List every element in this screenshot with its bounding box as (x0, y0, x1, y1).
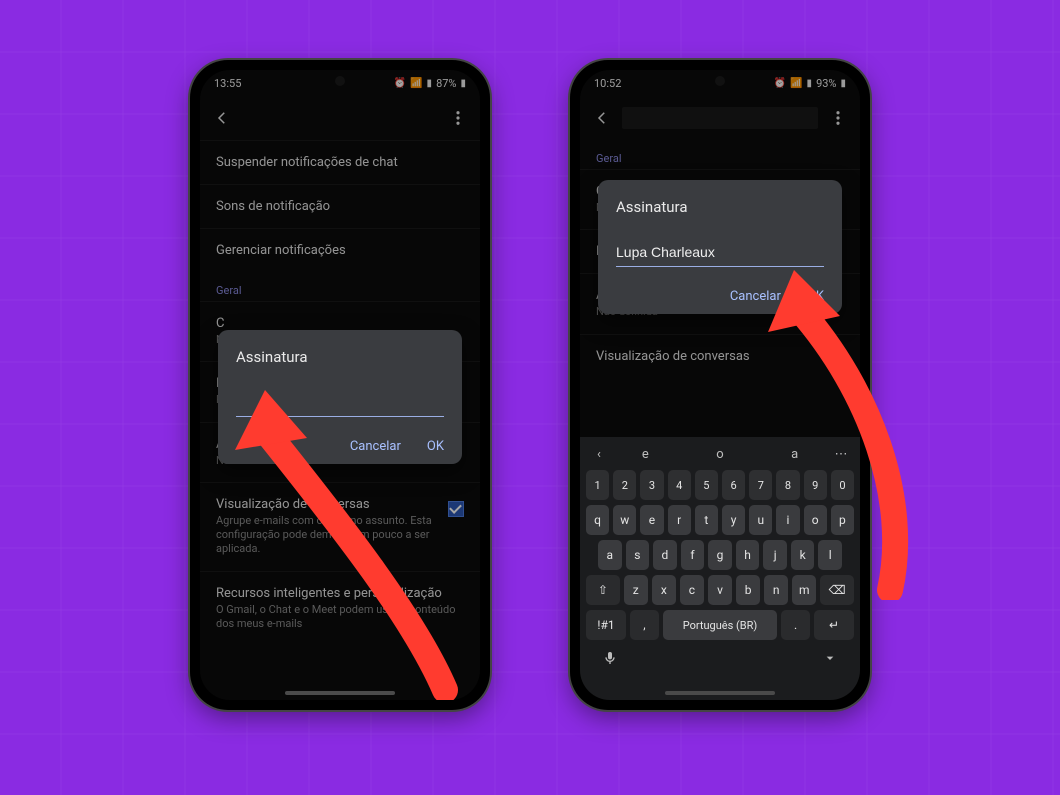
key[interactable]: q (586, 505, 609, 535)
key[interactable]: 3 (640, 470, 663, 500)
key[interactable]: p (831, 505, 854, 535)
comma-key[interactable]: , (630, 610, 659, 640)
key[interactable]: f (681, 540, 705, 570)
soft-keyboard[interactable]: ‹ e o a ⋯ 1 2 3 4 5 6 7 8 (580, 437, 860, 700)
chevron-left-icon[interactable]: ‹ (590, 447, 608, 462)
suggestion[interactable]: o (683, 447, 758, 462)
space-key[interactable]: Português (BR) (663, 610, 778, 640)
dialog-title: Assinatura (616, 198, 824, 216)
key[interactable]: 2 (613, 470, 636, 500)
collapse-keyboard-icon[interactable] (822, 650, 838, 670)
signature-input[interactable] (236, 390, 444, 417)
key[interactable]: 7 (749, 470, 772, 500)
key[interactable]: j (763, 540, 787, 570)
key[interactable]: 8 (776, 470, 799, 500)
home-indicator[interactable] (665, 691, 775, 695)
suggestion[interactable]: e (608, 447, 683, 462)
more-icon[interactable]: ⋯ (832, 447, 850, 462)
shift-key[interactable]: ⇧ (586, 575, 620, 605)
phone-left: 13:55 ⏰ 📶 ▮ 87% ▮ (190, 60, 490, 710)
phone-right: 10:52 ⏰ 📶 ▮ 93% ▮ Geral (570, 60, 870, 710)
cancel-button[interactable]: Cancelar (350, 439, 401, 454)
key[interactable]: 4 (668, 470, 691, 500)
cancel-button[interactable]: Cancelar (730, 289, 781, 304)
key[interactable]: l (818, 540, 842, 570)
key-row-1: q w e r t y u i o p (586, 505, 854, 535)
signature-dialog: Assinatura Cancelar OK (598, 180, 842, 314)
key-row-bottom: !#1 , Português (BR) . ↵ (586, 610, 854, 640)
home-indicator[interactable] (285, 691, 395, 695)
key[interactable]: m (792, 575, 816, 605)
key[interactable]: 0 (831, 470, 854, 500)
enter-key[interactable]: ↵ (814, 610, 854, 640)
key-row-2: a s d f g h j k l (586, 540, 854, 570)
key[interactable]: d (653, 540, 677, 570)
key[interactable]: v (708, 575, 732, 605)
symbols-key[interactable]: !#1 (586, 610, 626, 640)
key[interactable]: n (764, 575, 788, 605)
suggestion-bar: ‹ e o a ⋯ (586, 443, 854, 470)
period-key[interactable]: . (781, 610, 810, 640)
key[interactable]: o (804, 505, 827, 535)
key[interactable]: i (776, 505, 799, 535)
key[interactable]: 9 (804, 470, 827, 500)
key[interactable]: h (736, 540, 760, 570)
mic-icon[interactable] (602, 650, 618, 670)
key[interactable]: s (626, 540, 650, 570)
nav-bar (586, 640, 854, 670)
key[interactable]: t (695, 505, 718, 535)
key[interactable]: x (652, 575, 676, 605)
ok-button[interactable]: OK (427, 439, 444, 454)
key[interactable]: 5 (695, 470, 718, 500)
key[interactable]: 1 (586, 470, 609, 500)
signature-dialog: Assinatura Cancelar OK (218, 330, 462, 464)
key[interactable]: b (736, 575, 760, 605)
key[interactable]: z (624, 575, 648, 605)
signature-input[interactable] (616, 240, 824, 267)
key[interactable]: 6 (722, 470, 745, 500)
key-row-numbers: 1 2 3 4 5 6 7 8 9 0 (586, 470, 854, 500)
key[interactable]: k (791, 540, 815, 570)
key[interactable]: r (668, 505, 691, 535)
key[interactable]: a (598, 540, 622, 570)
key[interactable]: e (640, 505, 663, 535)
suggestion[interactable]: a (757, 447, 832, 462)
key[interactable]: w (613, 505, 636, 535)
key[interactable]: g (708, 540, 732, 570)
key[interactable]: y (722, 505, 745, 535)
ok-button[interactable]: OK (807, 289, 824, 304)
key-row-3: ⇧ z x c v b n m ⌫ (586, 575, 854, 605)
backspace-key[interactable]: ⌫ (820, 575, 854, 605)
key[interactable]: c (680, 575, 704, 605)
dialog-title: Assinatura (236, 348, 444, 366)
key[interactable]: u (749, 505, 772, 535)
